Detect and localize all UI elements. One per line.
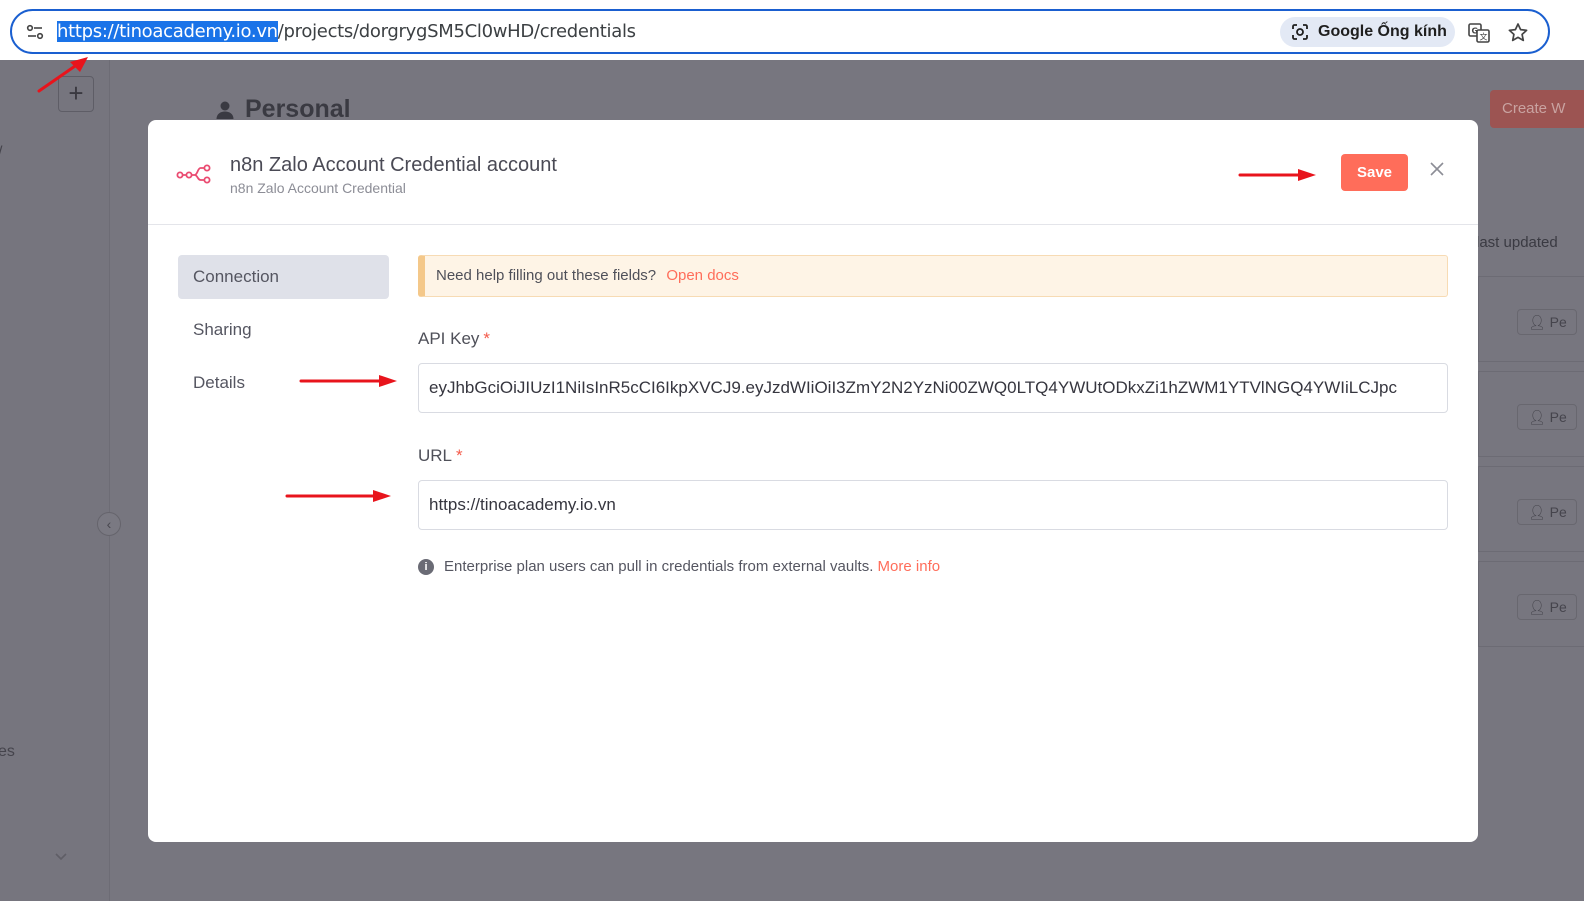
api-key-input[interactable]: eyJhbGciOiJIUzI1NiIsInR5cCI6IkpXVCJ9.eyJ… bbox=[418, 363, 1448, 413]
credential-nav: Connection Sharing Details bbox=[178, 255, 389, 414]
browser-toolbar: https://tinoacademy.io.vn/projects/dorgr… bbox=[0, 0, 1584, 60]
credential-modal: n8n Zalo Account Credential account n8n … bbox=[148, 120, 1478, 842]
url-text[interactable]: https://tinoacademy.io.vn/projects/dorgr… bbox=[57, 21, 636, 42]
save-button[interactable]: Save bbox=[1341, 154, 1408, 191]
open-docs-link[interactable]: Open docs bbox=[666, 267, 739, 284]
create-workflow-button[interactable]: Create W bbox=[1490, 90, 1584, 128]
collapse-sidebar-icon[interactable]: ‹ bbox=[97, 512, 121, 536]
translate-icon[interactable]: G 文 bbox=[1467, 21, 1491, 45]
svg-text:文: 文 bbox=[1480, 32, 1488, 42]
info-icon: i bbox=[418, 558, 434, 575]
credential-card[interactable]: 👤︎ Pe bbox=[1478, 276, 1584, 362]
nav-sharing[interactable]: Sharing bbox=[178, 308, 389, 352]
url-host: https://tinoacademy.io.vn bbox=[57, 21, 278, 42]
sidebar-stub-top: / bbox=[0, 144, 2, 162]
address-bar[interactable]: https://tinoacademy.io.vn/projects/dorgr… bbox=[10, 9, 1550, 54]
modal-subtitle: n8n Zalo Account Credential bbox=[230, 180, 406, 196]
close-icon[interactable] bbox=[1428, 160, 1446, 178]
user-icon bbox=[216, 101, 234, 119]
api-key-label: API Key * bbox=[418, 329, 491, 348]
owner-badge: 👤︎ Pe bbox=[1517, 594, 1577, 620]
url-label: URL * bbox=[418, 446, 463, 465]
google-lens-label: Google Ống kính bbox=[1318, 23, 1447, 40]
chevron-down-icon[interactable] bbox=[54, 852, 68, 862]
n8n-logo-icon bbox=[176, 164, 211, 184]
google-lens-icon bbox=[1292, 24, 1308, 40]
owner-badge: 👤︎ Pe bbox=[1517, 309, 1577, 335]
owner-badge: 👤︎ Pe bbox=[1517, 404, 1577, 430]
modal-title: n8n Zalo Account Credential account bbox=[230, 154, 557, 176]
sort-label[interactable]: last updated bbox=[1476, 234, 1558, 251]
nav-details[interactable]: Details bbox=[178, 361, 389, 405]
sidebar-stub-bottom: es bbox=[0, 743, 15, 760]
owner-badge: 👤︎ Pe bbox=[1517, 499, 1577, 525]
site-info-icon[interactable] bbox=[25, 22, 45, 42]
external-vaults-notice: i Enterprise plan users can pull in cred… bbox=[418, 558, 1448, 575]
help-text: Need help filling out these fields? bbox=[436, 267, 657, 284]
add-icon[interactable]: + bbox=[58, 76, 94, 112]
credential-card[interactable]: 👤︎ Pe bbox=[1478, 371, 1584, 457]
info-text: Enterprise plan users can pull in creden… bbox=[444, 558, 874, 575]
more-info-link[interactable]: More info bbox=[878, 558, 941, 575]
google-lens-button[interactable]: Google Ống kính bbox=[1280, 17, 1455, 47]
bookmark-star-icon[interactable] bbox=[1506, 21, 1530, 45]
nav-connection[interactable]: Connection bbox=[178, 255, 389, 299]
credential-card[interactable]: 👤︎ Pe bbox=[1478, 561, 1584, 647]
url-input[interactable]: https://tinoacademy.io.vn bbox=[418, 480, 1448, 530]
help-banner: Need help filling out these fields? Open… bbox=[418, 255, 1448, 297]
connection-panel: Need help filling out these fields? Open… bbox=[418, 255, 1448, 575]
url-path: /projects/dorgrygSM5Cl0wHD/credentials bbox=[277, 21, 636, 42]
app-sidebar: / es bbox=[0, 60, 110, 901]
modal-header: n8n Zalo Account Credential account n8n … bbox=[148, 120, 1478, 225]
credential-card[interactable]: 👤︎ Pe bbox=[1478, 466, 1584, 552]
